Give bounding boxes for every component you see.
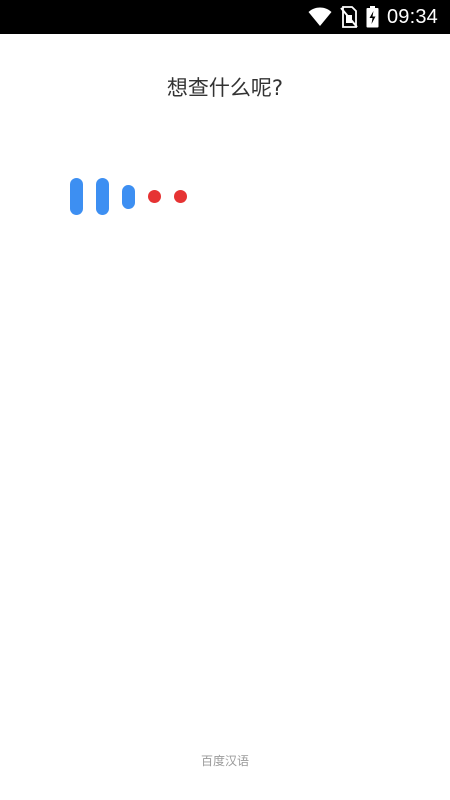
- prompt-title: 想查什么呢?: [166, 76, 284, 100]
- no-sim-icon: [340, 6, 358, 28]
- footer-brand: 百度汉语: [200, 754, 249, 768]
- battery-charging-icon: [366, 6, 379, 28]
- voice-dot-1: [148, 190, 161, 203]
- voice-listening-indicator[interactable]: [70, 178, 200, 216]
- status-bar: 09:34: [0, 0, 450, 34]
- voice-search-screen: 09:34 想查什么呢? 百度汉语: [0, 0, 450, 800]
- voice-bar-1: [70, 178, 83, 215]
- voice-bar-2: [96, 178, 109, 215]
- status-icons: 09:34: [308, 0, 438, 34]
- voice-dot-2: [174, 190, 187, 203]
- status-time: 09:34: [386, 6, 438, 28]
- voice-bar-3: [122, 185, 135, 209]
- wifi-icon: [308, 7, 332, 27]
